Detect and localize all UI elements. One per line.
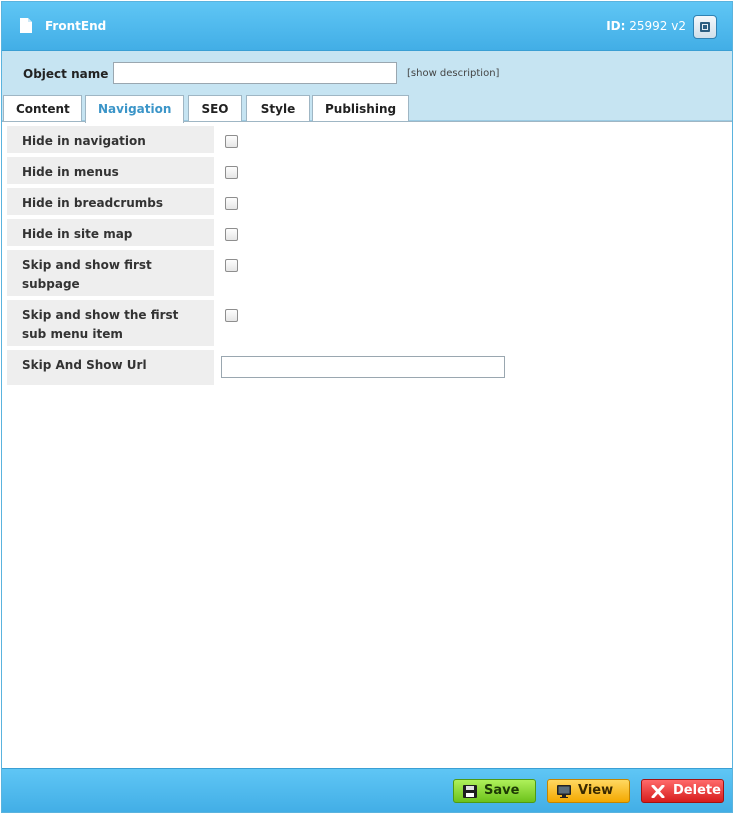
field-label-hide-in-site-map: Hide in site map (7, 219, 214, 246)
restore-icon (700, 22, 710, 32)
delete-button[interactable]: Delete (641, 779, 724, 803)
checkbox-hide-in-breadcrumbs[interactable] (225, 197, 238, 210)
window-title: FrontEnd (45, 19, 107, 33)
tab-content-label: Content (16, 102, 70, 116)
field-label-hide-in-breadcrumbs: Hide in breadcrumbs (7, 188, 214, 215)
save-button-label: Save (484, 783, 520, 798)
monitor-icon (557, 785, 571, 798)
save-button[interactable]: Save (453, 779, 536, 803)
checkbox-skip-show-first-subpage[interactable] (225, 259, 238, 272)
field-label-skip-show-first-sub-menu-item: Skip and show the first sub menu item (7, 300, 214, 346)
tab-style-label: Style (260, 102, 296, 116)
checkbox-skip-show-first-sub-menu-item[interactable] (225, 309, 238, 322)
id-label: ID: (606, 19, 626, 33)
field-label-skip-and-show-url: Skip And Show Url (7, 350, 214, 385)
id-value: 25992 v2 (629, 19, 686, 33)
field-label-skip-show-first-subpage: Skip and show first subpage (7, 250, 214, 296)
object-id: ID: 25992 v2 (606, 19, 686, 33)
tab-style[interactable]: Style (246, 95, 310, 122)
restore-window-button[interactable] (693, 15, 717, 39)
tab-publishing-label: Publishing (325, 102, 397, 116)
checkbox-hide-in-menus[interactable] (225, 166, 238, 179)
field-label-hide-in-navigation: Hide in navigation (7, 126, 214, 153)
object-name-label: Object name (23, 67, 109, 81)
tab-content[interactable]: Content (3, 95, 82, 122)
title-bar: FrontEnd ID: 25992 v2 (2, 2, 732, 51)
skip-and-show-url-input[interactable] (221, 356, 505, 378)
delete-x-icon (651, 785, 665, 798)
tab-seo[interactable]: SEO (188, 95, 242, 122)
navigation-panel: Hide in navigation Hide in menus Hide in… (2, 121, 732, 769)
checkbox-hide-in-site-map[interactable] (225, 228, 238, 241)
checkbox-hide-in-navigation[interactable] (225, 135, 238, 148)
tab-navigation[interactable]: Navigation (85, 95, 184, 123)
tab-seo-label: SEO (201, 102, 229, 116)
field-label-hide-in-menus: Hide in menus (7, 157, 214, 184)
view-button-label: View (578, 783, 614, 798)
show-description-link[interactable]: [show description] (407, 68, 499, 79)
delete-button-label: Delete (673, 783, 721, 798)
footer-bar: Save View Delete (2, 768, 732, 812)
document-icon (20, 18, 32, 33)
object-name-input[interactable] (113, 62, 397, 84)
editor-window: FrontEnd ID: 25992 v2 Object name [show … (1, 1, 733, 813)
tab-publishing[interactable]: Publishing (312, 95, 409, 122)
tab-navigation-label: Navigation (98, 102, 172, 116)
view-button[interactable]: View (547, 779, 630, 803)
save-disk-icon (463, 785, 477, 798)
